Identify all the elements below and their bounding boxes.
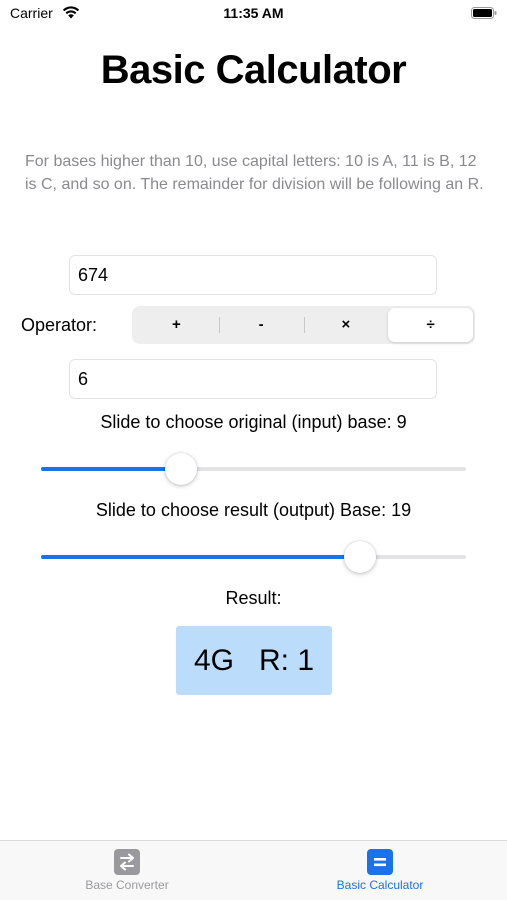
output-base-label: Slide to choose result (output) Base: 19 — [95, 500, 412, 520]
page-title: Basic Calculator — [100, 48, 407, 92]
slider-fill — [41, 555, 360, 559]
slider-fill — [41, 467, 182, 471]
clock: 11:35 AM — [223, 5, 284, 21]
slider-thumb[interactable] — [343, 541, 376, 573]
first-number-input[interactable]: 674 — [69, 255, 437, 295]
status-bar: Carrier 11:35 AM — [0, 0, 507, 28]
input-base-slider[interactable] — [41, 453, 466, 485]
output-base-slider[interactable] — [41, 541, 466, 573]
tab-basic-calculator[interactable]: Basic Calculator — [280, 849, 480, 892]
second-number-input[interactable]: 6 — [69, 359, 437, 399]
tab-label: Base Converter — [85, 878, 169, 892]
help-text: For bases higher than 10, use capital le… — [25, 153, 484, 193]
equals-icon — [367, 849, 393, 875]
tab-bar: Base Converter Basic Calculator — [0, 840, 507, 900]
input-base-label: Slide to choose original (input) base: 9 — [100, 412, 407, 432]
tab-label: Basic Calculator — [336, 878, 424, 892]
swap-arrows-icon — [114, 849, 140, 875]
operator-segmented-control[interactable]: + - × ÷ — [132, 306, 475, 344]
operator-plus[interactable]: + — [134, 308, 219, 342]
operator-multiply[interactable]: × — [303, 308, 389, 342]
slider-thumb[interactable] — [165, 453, 198, 485]
result-label: Result: — [225, 588, 282, 608]
operator-divide[interactable]: ÷ — [388, 308, 473, 342]
operator-minus[interactable]: - — [218, 308, 304, 342]
battery-icon — [471, 7, 497, 19]
result-display: 4G R: 1 — [176, 626, 332, 695]
tab-base-converter[interactable]: Base Converter — [27, 849, 227, 892]
operator-label: Operator: — [21, 315, 98, 335]
